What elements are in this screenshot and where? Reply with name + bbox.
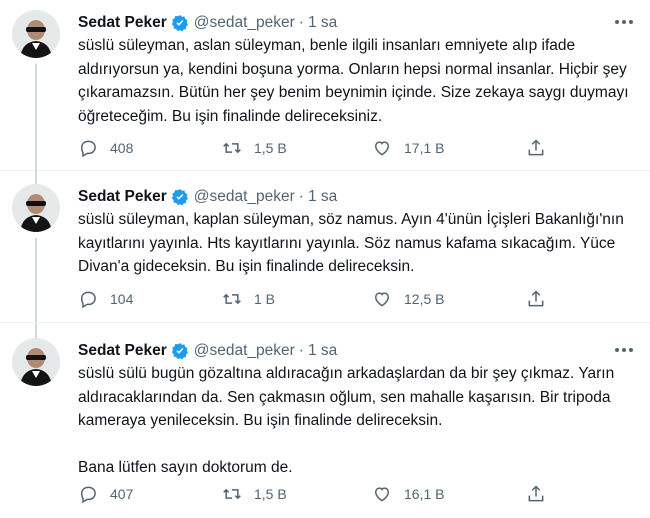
- action-bar: 407 1,5 B 16,1 B: [78, 484, 558, 506]
- thread-line: [35, 170, 37, 184]
- retweet-icon: [223, 142, 241, 154]
- reply-icon: [80, 140, 96, 158]
- retweet-button[interactable]: 1,5 B: [222, 138, 287, 158]
- reply-button[interactable]: 408: [78, 138, 133, 158]
- share-button[interactable]: [526, 138, 558, 158]
- verified-badge-icon: [171, 343, 188, 360]
- handle[interactable]: @sedat_peker: [194, 188, 295, 206]
- heart-icon: [374, 141, 390, 156]
- retweet-icon: [223, 293, 241, 305]
- tweet-1[interactable]: Sedat Peker @sedat_peker · 1 sa süslü sü…: [0, 10, 650, 174]
- retweet-button[interactable]: 1,5 B: [222, 484, 287, 504]
- tweet-paragraph: süslü süleyman, kaplan süleyman, söz nam…: [78, 211, 624, 275]
- share-icon: [528, 485, 544, 502]
- retweet-count: 1,5 B: [254, 486, 287, 502]
- like-count: 16,1 B: [404, 486, 445, 502]
- more-icon[interactable]: [612, 14, 636, 30]
- verified-badge-icon: [171, 15, 188, 32]
- reply-icon: [80, 486, 96, 504]
- separator-dot: ·: [298, 342, 304, 359]
- action-bar: 104 1 B 12,5 B: [78, 289, 558, 311]
- tweet-text: süslü süleyman, kaplan süleyman, söz nam…: [78, 208, 638, 279]
- handle[interactable]: @sedat_peker: [194, 342, 295, 360]
- thread-line: [35, 238, 37, 352]
- retweet-count: 1 B: [254, 291, 276, 307]
- display-name[interactable]: Sedat Peker: [78, 342, 167, 360]
- tweet-3[interactable]: Sedat Peker @sedat_peker · 1 sa süslü sü…: [0, 338, 650, 513]
- reply-count: 408: [110, 140, 134, 156]
- timestamp[interactable]: 1 sa: [308, 14, 337, 32]
- like-button[interactable]: 17,1 B: [372, 138, 444, 158]
- verified-badge-icon: [171, 189, 188, 206]
- heart-icon: [374, 292, 390, 307]
- avatar[interactable]: [12, 10, 60, 58]
- share-button[interactable]: [526, 289, 558, 309]
- share-icon: [528, 139, 544, 156]
- display-name[interactable]: Sedat Peker: [78, 188, 167, 206]
- divider: [0, 170, 650, 171]
- timestamp[interactable]: 1 sa: [308, 342, 337, 360]
- retweet-count: 1,5 B: [254, 140, 287, 156]
- reply-button[interactable]: 407: [78, 484, 133, 504]
- more-icon[interactable]: [612, 342, 636, 358]
- tweet-2[interactable]: Sedat Peker @sedat_peker · 1 sa süslü sü…: [0, 170, 650, 352]
- avatar[interactable]: [12, 338, 60, 386]
- tweet-paragraph: süslü süleyman, aslan süleyman, benle il…: [78, 37, 629, 125]
- like-button[interactable]: 12,5 B: [372, 289, 444, 309]
- divider: [0, 322, 650, 323]
- reply-count: 104: [110, 291, 134, 307]
- like-count: 17,1 B: [404, 140, 445, 156]
- share-icon: [528, 290, 544, 307]
- heart-icon: [374, 487, 390, 502]
- separator-dot: ·: [298, 188, 304, 205]
- separator-dot: ·: [298, 14, 304, 31]
- avatar[interactable]: [12, 184, 60, 232]
- share-button[interactable]: [526, 484, 558, 504]
- reply-button[interactable]: 104: [78, 289, 133, 309]
- reply-icon: [80, 291, 96, 309]
- tweet-text: süslü sülü bugün gözaltına aldıracağın a…: [78, 362, 638, 480]
- retweet-icon: [223, 488, 241, 500]
- tweet-paragraph: Bana lütfen sayın doktorum de.: [78, 459, 293, 476]
- timestamp[interactable]: 1 sa: [308, 188, 337, 206]
- tweet-paragraph: süslü sülü bugün gözaltına aldıracağın a…: [78, 365, 615, 429]
- display-name[interactable]: Sedat Peker: [78, 14, 167, 32]
- tweet-text: süslü süleyman, aslan süleyman, benle il…: [78, 34, 638, 128]
- handle[interactable]: @sedat_peker: [194, 14, 295, 32]
- retweet-button[interactable]: 1 B: [222, 289, 275, 309]
- reply-count: 407: [110, 486, 134, 502]
- thread-line: [35, 64, 37, 174]
- like-count: 12,5 B: [404, 291, 445, 307]
- like-button[interactable]: 16,1 B: [372, 484, 444, 504]
- action-bar: 408 1,5 B 17,1 B: [78, 138, 558, 160]
